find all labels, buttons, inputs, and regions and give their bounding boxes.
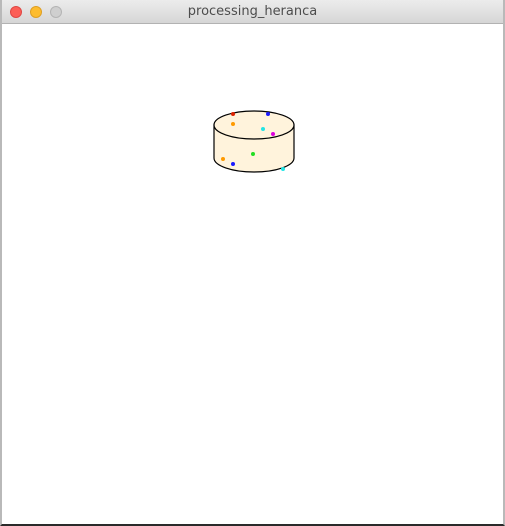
particle-dot	[271, 132, 275, 136]
particle-dot	[266, 112, 270, 116]
app-window: processing_heranca	[0, 0, 505, 526]
window-titlebar[interactable]: processing_heranca	[2, 0, 503, 24]
sketch-drawing	[213, 110, 295, 173]
particle-dot	[231, 122, 235, 126]
sketch-canvas[interactable]	[2, 24, 503, 524]
particle-dot	[281, 167, 285, 171]
particle-dot	[261, 127, 265, 131]
particle-dot	[231, 162, 235, 166]
particle-dot	[231, 112, 235, 116]
window-title: processing_heranca	[187, 4, 318, 19]
cylinder-top	[213, 110, 295, 140]
cylinder-shape	[213, 110, 295, 173]
particle-dot	[251, 152, 255, 156]
particle-dot	[221, 157, 225, 161]
